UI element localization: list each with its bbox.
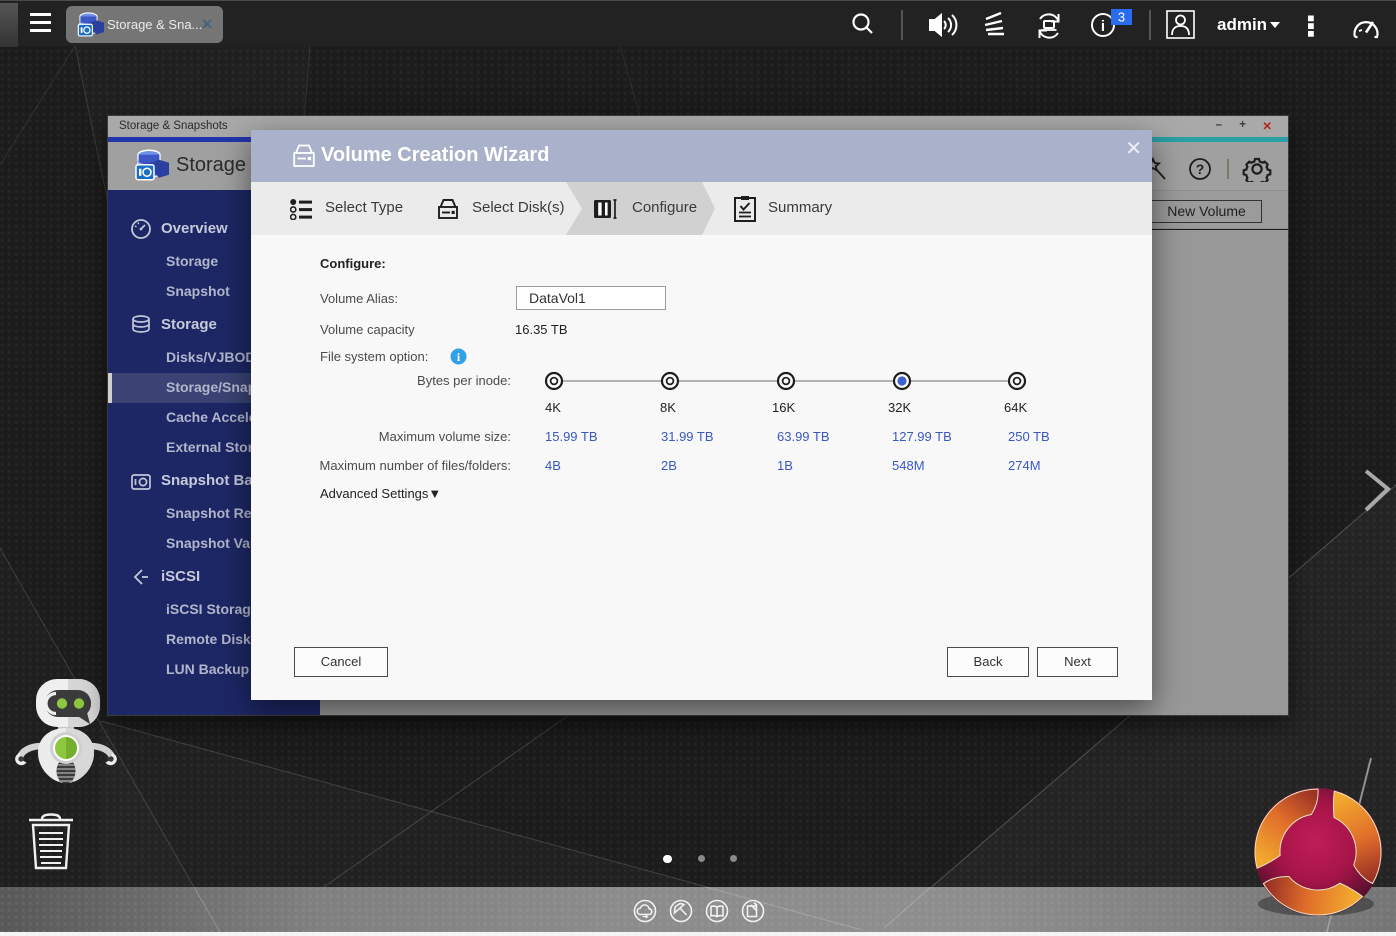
- svg-text:?: ?: [1196, 161, 1205, 177]
- svg-text:admin: admin: [1217, 15, 1267, 34]
- svg-text:3: 3: [1118, 10, 1125, 25]
- svg-text:i: i: [1101, 18, 1105, 35]
